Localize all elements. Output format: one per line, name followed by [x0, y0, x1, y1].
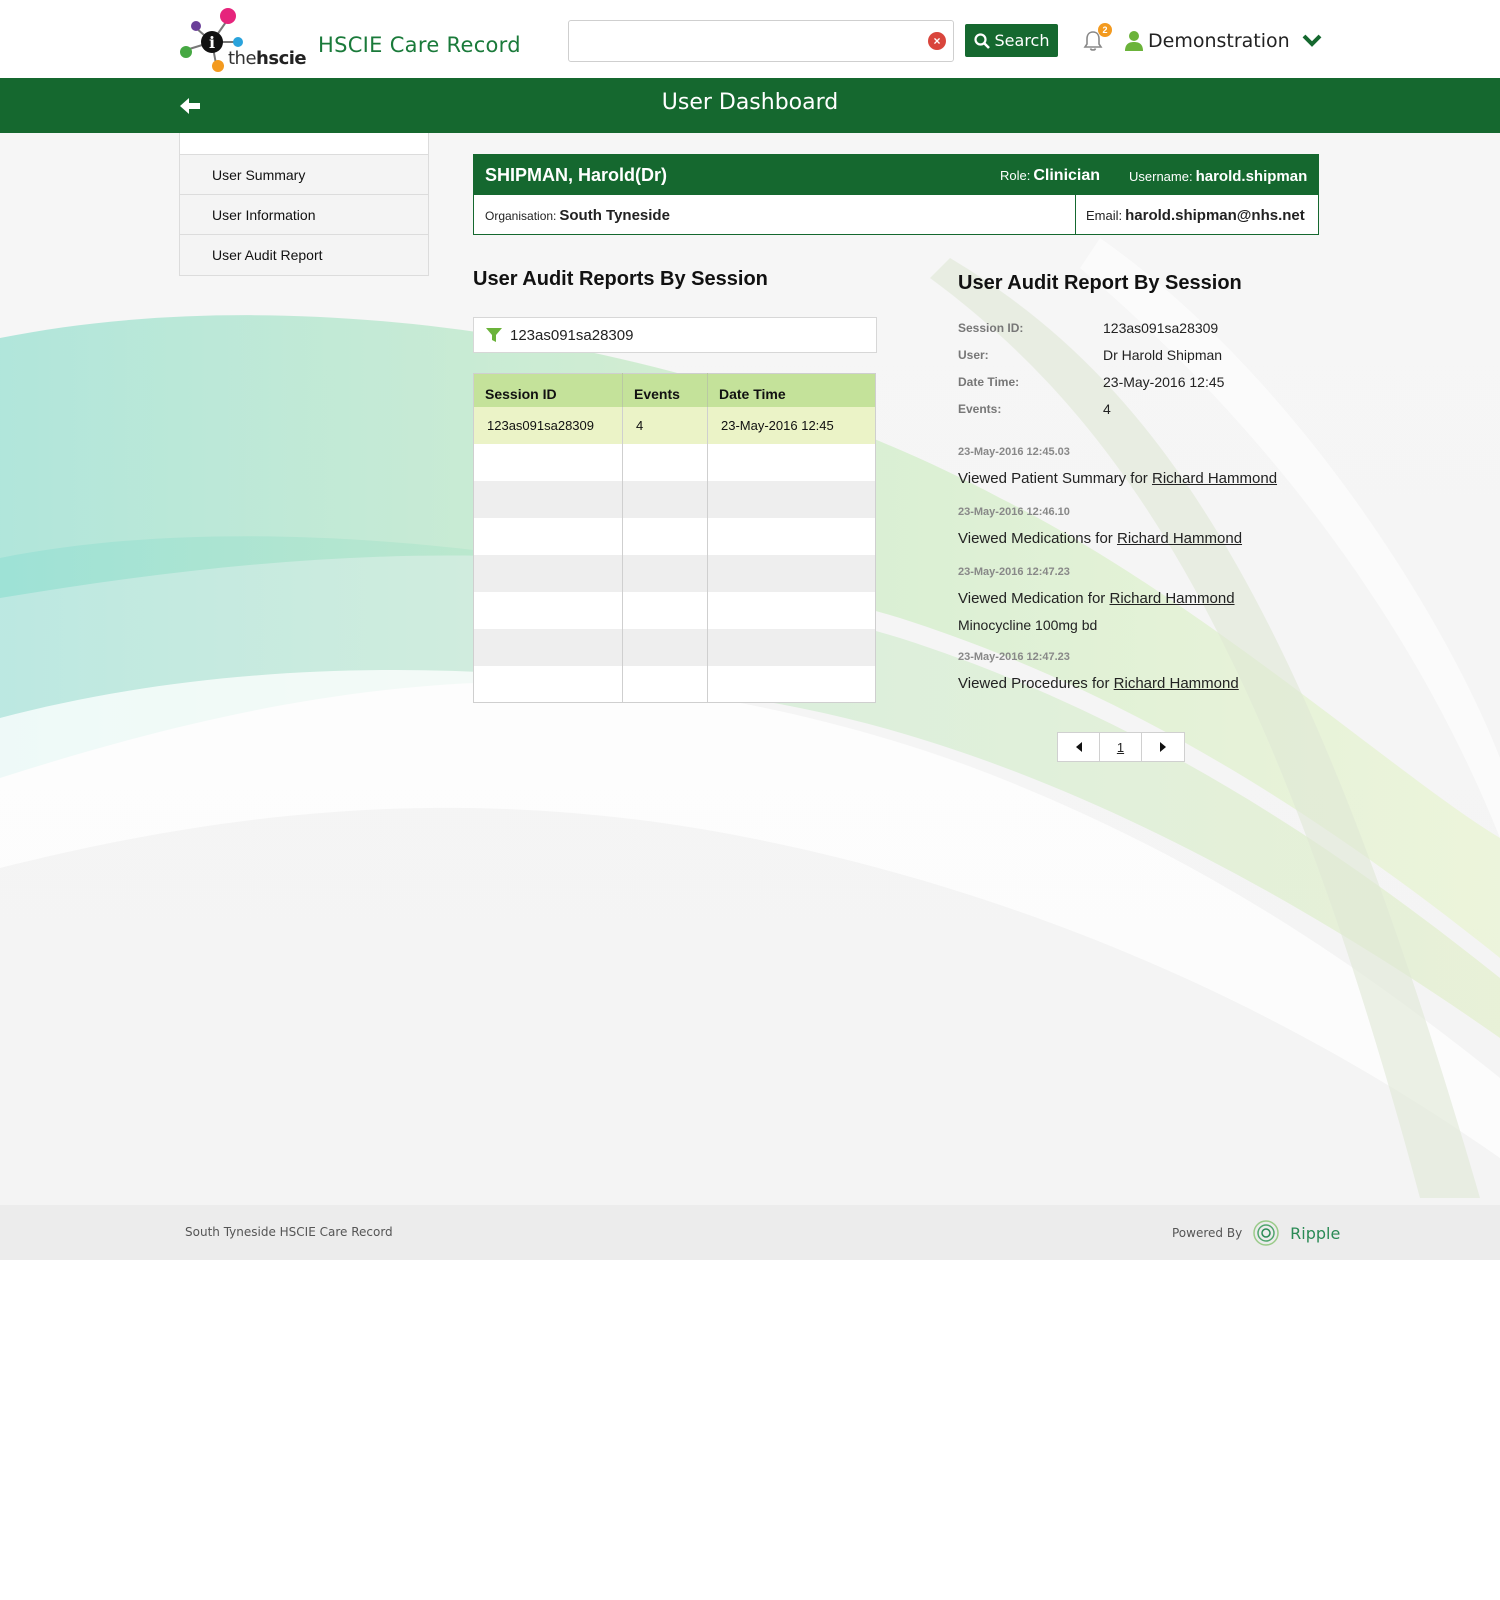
search-button-label: Search: [994, 31, 1050, 50]
detail-label: Events:: [958, 401, 1002, 416]
sidebar-nav: User Summary User Information User Audit…: [179, 133, 429, 276]
powered-by-label: Powered By: [1172, 1226, 1243, 1240]
column-header-session-id[interactable]: Session ID: [473, 373, 623, 407]
footer-text: South Tyneside HSCIE Care Record: [185, 1225, 393, 1239]
event-list: 23-May-2016 12:45.03 Viewed Patient Summ…: [958, 446, 1318, 697]
logo-wordmark: thehscie: [228, 48, 307, 69]
cell-events: 4: [622, 406, 708, 444]
patient-link[interactable]: Richard Hammond: [1152, 470, 1277, 487]
detail-value: 123as091sa28309: [1103, 319, 1219, 336]
event-time: 23-May-2016 12:47.23: [958, 566, 1070, 578]
sessions-section-title: User Audit Reports By Session: [473, 268, 768, 290]
next-page-button[interactable]: [1142, 733, 1184, 761]
event-item: 23-May-2016 12:45.03 Viewed Patient Summ…: [958, 446, 1318, 506]
user-organisation: Organisation: South Tyneside: [485, 207, 670, 224]
detail-value: 23-May-2016 12:45: [1103, 373, 1225, 390]
event-medication: Minocycline 100mg bd: [958, 617, 1098, 633]
detail-label: Date Time:: [958, 374, 1020, 389]
ripple-brand[interactable]: Ripple: [1290, 1224, 1340, 1243]
empty-row: [473, 591, 876, 629]
user-icon: [1125, 31, 1143, 51]
user-role: Role: Clinician: [1000, 167, 1101, 184]
clear-search-icon[interactable]: ×: [928, 32, 946, 50]
event-time: 23-May-2016 12:47.23: [958, 651, 1070, 663]
session-detail-fields: Session ID: 123as091sa28309 User: Dr Har…: [958, 314, 1224, 422]
detail-row-date-time: Date Time: 23-May-2016 12:45: [958, 368, 1224, 395]
caret-right-icon: [1160, 742, 1166, 752]
detail-label: User:: [958, 347, 989, 362]
empty-row: [473, 554, 876, 592]
event-text: Viewed Patient Summary for Richard Hammo…: [958, 470, 1278, 487]
patient-link[interactable]: Richard Hammond: [1117, 530, 1242, 547]
detail-row-session-id: Session ID: 123as091sa28309: [958, 314, 1224, 341]
sidebar-item-user-summary[interactable]: User Summary: [180, 155, 428, 195]
empty-row: [473, 480, 876, 518]
divider: [1075, 195, 1076, 234]
event-text: Viewed Medication for Richard Hammond: [958, 590, 1235, 607]
event-item: 23-May-2016 12:47.23 Viewed Medication f…: [958, 566, 1318, 651]
page-titlebar: User Dashboard: [0, 78, 1500, 133]
previous-page-button[interactable]: [1058, 733, 1100, 761]
sidebar-item-user-audit-report[interactable]: User Audit Report: [180, 235, 428, 275]
notification-count-badge: 2: [1098, 23, 1112, 37]
page-number-button[interactable]: 1: [1100, 733, 1142, 761]
patient-link[interactable]: Richard Hammond: [1114, 675, 1239, 692]
chevron-down-icon: [1302, 34, 1322, 47]
column-header-events[interactable]: Events: [622, 373, 708, 407]
detail-value: 4: [1103, 400, 1111, 417]
detail-row-user: User: Dr Harold Shipman: [958, 341, 1224, 368]
user-email: Email: harold.shipman@nhs.net: [1086, 207, 1305, 224]
patient-link[interactable]: Richard Hammond: [1109, 590, 1234, 607]
search-icon: [973, 32, 990, 49]
event-time: 23-May-2016 12:45.03: [958, 446, 1070, 458]
filter-value: 123as091sa28309: [510, 326, 634, 344]
session-filter[interactable]: 123as091sa28309: [473, 317, 877, 353]
sessions-table: Session ID Events Date Time 123as091sa28…: [473, 373, 876, 703]
user-card-header: SHIPMAN, Harold(Dr) Role: Clinician Usern…: [474, 155, 1318, 195]
app-title: HSCIE Care Record: [318, 33, 521, 57]
svg-text:i: i: [209, 33, 215, 52]
user-menu-toggle[interactable]: Demonstration: [1124, 28, 1322, 54]
search-button[interactable]: Search: [965, 24, 1058, 57]
cell-session-id: 123as091sa28309: [473, 406, 623, 444]
sidebar-header: [180, 133, 428, 155]
empty-row: [473, 443, 876, 481]
page-footer: South Tyneside HSCIE Care Record Powered…: [0, 1205, 1500, 1260]
app-header: i thehscie HSCIE Care Record × Search 2 …: [0, 0, 1500, 78]
search-input[interactable]: [569, 21, 909, 59]
user-full-name: SHIPMAN, Harold(Dr): [485, 165, 668, 185]
detail-row-events: Events: 4: [958, 395, 1224, 422]
empty-row: [473, 665, 876, 703]
session-detail-title: User Audit Report By Session: [958, 272, 1242, 294]
event-text: Viewed Medications for Richard Hammond: [958, 530, 1243, 547]
cell-date-time: 23-May-2016 12:45: [707, 406, 876, 444]
table-row[interactable]: 123as091sa28309 4 23-May-2016 12:45: [473, 406, 876, 444]
user-name: Demonstration: [1148, 30, 1290, 52]
column-header-date-time[interactable]: Date Time: [707, 373, 876, 407]
ripple-logo-icon: [1253, 1220, 1279, 1246]
event-item: 23-May-2016 12:46.10 Viewed Medications …: [958, 506, 1318, 566]
empty-row: [473, 517, 876, 555]
empty-row: [473, 628, 876, 666]
user-username: Username: harold.shipman: [1129, 168, 1308, 185]
pagination: 1: [1057, 732, 1185, 762]
page-title: User Dashboard: [661, 90, 839, 115]
powered-by: Powered By Ripple: [1172, 1219, 1340, 1247]
filter-icon: [486, 328, 502, 342]
caret-left-icon: [1075, 742, 1082, 752]
event-time: 23-May-2016 12:46.10: [958, 506, 1070, 518]
detail-label: Session ID:: [958, 320, 1024, 335]
detail-value: Dr Harold Shipman: [1103, 346, 1223, 363]
event-item: 23-May-2016 12:47.23 Viewed Procedures f…: [958, 651, 1318, 697]
event-text: Viewed Procedures for Richard Hammond: [958, 675, 1239, 692]
patient-search-box: ×: [568, 20, 954, 62]
table-header-row: Session ID Events Date Time: [473, 373, 876, 407]
user-info-card: SHIPMAN, Harold(Dr) Role: Clinician Usern…: [473, 154, 1319, 235]
sidebar-item-user-information[interactable]: User Information: [180, 195, 428, 235]
user-card-body: Organisation: South Tyneside Email: harold…: [474, 195, 1318, 234]
